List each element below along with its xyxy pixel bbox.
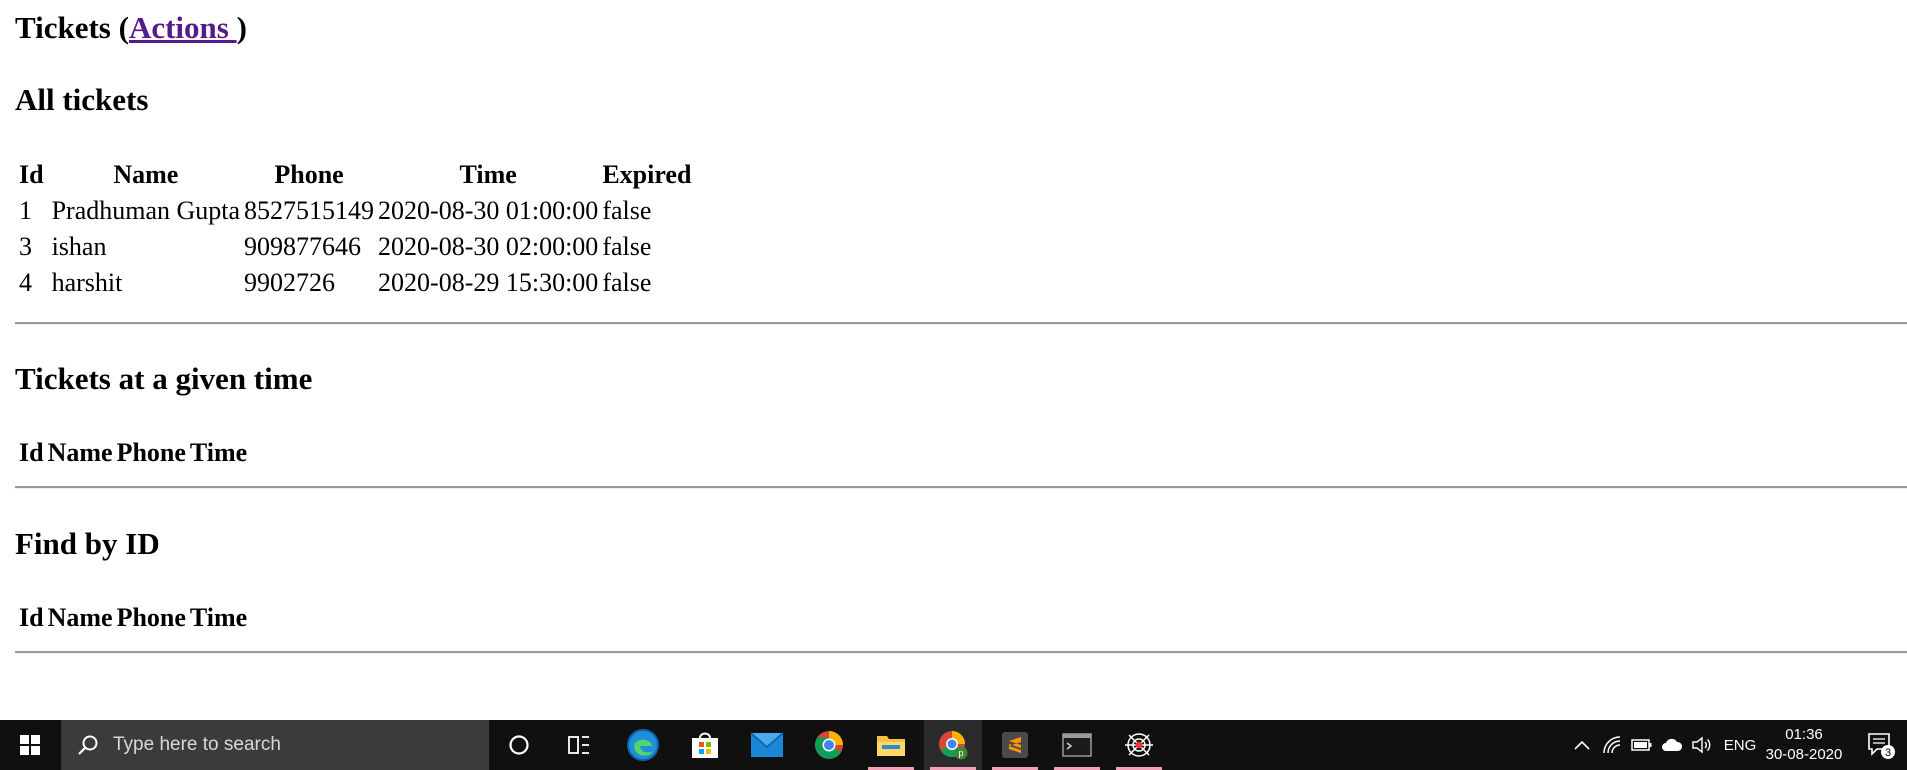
all-tickets-heading: All tickets — [15, 82, 149, 117]
col-id-header: Id — [19, 160, 44, 189]
action-center-button[interactable]: 3 — [1861, 720, 1901, 770]
spider-app-button[interactable] — [1110, 720, 1168, 770]
mail-button[interactable] — [738, 720, 796, 770]
divider — [15, 322, 1907, 325]
cell-time: 2020-08-29 15:30:00 — [378, 268, 599, 297]
file-explorer-button[interactable] — [862, 720, 920, 770]
search-placeholder: Type here to search — [113, 734, 281, 755]
clock-date: 30-08-2020 — [1765, 746, 1843, 763]
store-button[interactable] — [676, 720, 734, 770]
mail-icon — [750, 732, 784, 757]
cell-id: 1 — [19, 196, 32, 225]
file-explorer-icon — [877, 736, 905, 756]
actions-link[interactable]: Actions — [129, 10, 237, 45]
divider — [15, 651, 1907, 654]
cell-expired: false — [602, 196, 652, 225]
clock[interactable]: 01:36 30-08-2020 — [1759, 725, 1849, 765]
search-icon — [77, 734, 99, 756]
cortana-button[interactable] — [490, 720, 548, 770]
chrome-button[interactable] — [800, 720, 858, 770]
cell-expired: false — [602, 268, 652, 297]
search-box[interactable]: Type here to search — [61, 720, 489, 770]
start-button[interactable] — [0, 720, 60, 770]
col-expired-header: Expired — [602, 160, 692, 189]
table-row: 1 Pradhuman Gupta 8527515149 2020-08-30 … — [15, 194, 691, 228]
task-view-icon — [568, 736, 589, 754]
cell-name: harshit — [51, 268, 123, 297]
chevron-up-icon — [1574, 740, 1590, 750]
terminal-icon — [1062, 733, 1092, 757]
col-time-header: Time — [189, 438, 248, 467]
divider — [15, 486, 1907, 489]
language-button[interactable]: ENG — [1722, 720, 1758, 770]
spider-app-icon — [1125, 733, 1153, 757]
table-header-row: Id Name Phone Time Expired — [15, 158, 691, 192]
cell-expired: false — [602, 232, 652, 261]
title-suffix: ) — [236, 10, 247, 45]
taskbar: Type here to search p ENG 01:36 30-08-20… — [0, 720, 1907, 770]
sublime-text-button[interactable] — [986, 720, 1044, 770]
cell-id: 4 — [19, 268, 32, 297]
all-tickets-table: Id Name Phone Time Expired 1 Pradhuman G… — [11, 156, 695, 302]
svg-text:p: p — [958, 748, 963, 758]
chrome-icon — [815, 731, 843, 759]
onedrive-button[interactable] — [1658, 720, 1686, 770]
notification-icon: 3 — [1868, 733, 1895, 759]
windows-icon — [20, 735, 40, 755]
edge-icon — [627, 729, 659, 761]
notification-count: 3 — [1885, 747, 1891, 759]
cortana-icon — [509, 735, 529, 755]
col-time-header: Time — [459, 160, 517, 189]
find-by-id-heading: Find by ID — [15, 526, 160, 561]
language-indicator: ENG — [1723, 736, 1757, 754]
chrome-profile-button[interactable]: p — [924, 720, 982, 770]
edge-button[interactable] — [614, 720, 672, 770]
page-title: Tickets (Actions ) — [15, 10, 247, 46]
table-header-row: Id Name Phone Time — [15, 601, 247, 635]
battery-icon — [1631, 739, 1652, 751]
network-button[interactable] — [1598, 720, 1626, 770]
cell-phone: 909877646 — [244, 232, 362, 261]
cell-time: 2020-08-30 02:00:00 — [378, 232, 599, 261]
wifi-icon — [1603, 736, 1621, 754]
store-icon — [692, 732, 718, 758]
cloud-icon — [1662, 738, 1683, 751]
col-phone-header: Phone — [116, 603, 186, 632]
col-phone-header: Phone — [116, 438, 186, 467]
find-by-id-table: Id Name Phone Time — [11, 599, 251, 637]
cell-phone: 9902726 — [244, 268, 336, 297]
clock-time: 01:36 — [1785, 726, 1823, 743]
title-prefix: Tickets ( — [15, 10, 129, 45]
show-hidden-icons-button[interactable] — [1568, 720, 1596, 770]
table-header-row: Id Name Phone Time — [15, 436, 247, 470]
col-phone-header: Phone — [274, 160, 344, 189]
volume-button[interactable] — [1688, 720, 1716, 770]
col-name-header: Name — [47, 603, 113, 632]
tickets-at-time-heading: Tickets at a given time — [15, 361, 313, 396]
col-id-header: Id — [19, 603, 44, 632]
table-row: 3 ishan 909877646 2020-08-30 02:00:00 fa… — [15, 230, 691, 264]
battery-button[interactable] — [1628, 720, 1656, 770]
cell-time: 2020-08-30 01:00:00 — [378, 196, 599, 225]
speaker-icon — [1692, 736, 1711, 754]
sublime-text-icon — [1002, 732, 1028, 758]
tickets-at-time-table: Id Name Phone Time — [11, 434, 251, 472]
cell-id: 3 — [19, 232, 32, 261]
cell-name: Pradhuman Gupta — [51, 196, 241, 225]
terminal-button[interactable] — [1048, 720, 1106, 770]
task-view-button[interactable] — [550, 720, 608, 770]
table-row: 4 harshit 9902726 2020-08-29 15:30:00 fa… — [15, 266, 691, 300]
col-name-header: Name — [113, 160, 179, 189]
col-id-header: Id — [19, 438, 44, 467]
cell-phone: 8527515149 — [244, 196, 375, 225]
chrome-profile-icon: p — [939, 731, 968, 760]
col-time-header: Time — [189, 603, 248, 632]
cell-name: ishan — [51, 232, 107, 261]
col-name-header: Name — [47, 438, 113, 467]
